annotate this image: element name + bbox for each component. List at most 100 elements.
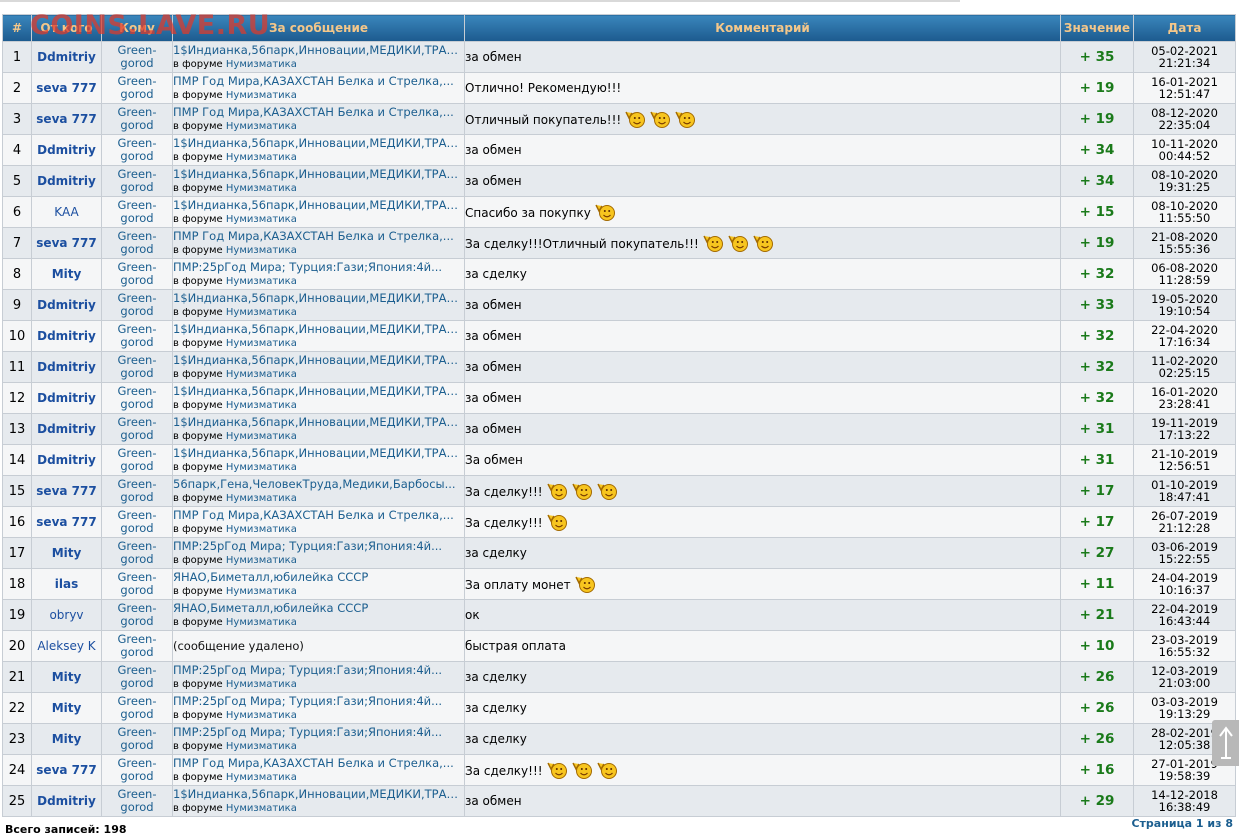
col-header-value[interactable]: Значение bbox=[1060, 14, 1134, 42]
forum-link[interactable]: Нумизматика bbox=[226, 586, 297, 597]
col-header-comment[interactable]: Комментарий bbox=[464, 14, 1061, 42]
message-title-link[interactable]: 1$Индианка,56парк,Инновации,МЕДИКИ,ТРАНС… bbox=[174, 323, 464, 336]
from-user-link[interactable]: seva 777 bbox=[36, 81, 96, 95]
from-user-link[interactable]: seva 777 bbox=[36, 484, 96, 498]
forum-link[interactable]: Нумизматика bbox=[226, 59, 297, 70]
from-user-link[interactable]: Ddmitriy bbox=[37, 50, 96, 64]
forum-link[interactable]: Нумизматика bbox=[226, 772, 297, 783]
col-header-date[interactable]: Дата bbox=[1133, 14, 1236, 42]
from-user-link[interactable]: Ddmitriy bbox=[37, 391, 96, 405]
from-user-link[interactable]: Ddmitriy bbox=[37, 298, 96, 312]
to-user-link[interactable]: Green-gorod bbox=[101, 413, 173, 445]
scroll-to-top-button[interactable] bbox=[1212, 720, 1239, 766]
forum-link[interactable]: Нумизматика bbox=[226, 462, 297, 473]
forum-link[interactable]: Нумизматика bbox=[226, 400, 297, 411]
forum-link[interactable]: Нумизматика bbox=[226, 121, 297, 132]
from-user-link[interactable]: Ddmitriy bbox=[37, 360, 96, 374]
forum-link[interactable]: Нумизматика bbox=[226, 710, 297, 721]
forum-link[interactable]: Нумизматика bbox=[226, 183, 297, 194]
to-user-link[interactable]: Green-gorod bbox=[101, 692, 173, 724]
forum-link[interactable]: Нумизматика bbox=[226, 555, 297, 566]
to-user-link[interactable]: Green-gorod bbox=[101, 351, 173, 383]
forum-link[interactable]: Нумизматика bbox=[226, 307, 297, 318]
from-user-link[interactable]: Ddmitriy bbox=[37, 453, 96, 467]
to-user-link[interactable]: Green-gorod bbox=[101, 134, 173, 166]
from-user-link[interactable]: seva 777 bbox=[36, 236, 96, 250]
to-user-link[interactable]: Green-gorod bbox=[101, 444, 173, 476]
from-user-link[interactable]: Mity bbox=[52, 732, 82, 746]
to-user-link[interactable]: Green-gorod bbox=[101, 289, 173, 321]
forum-link[interactable]: Нумизматика bbox=[226, 617, 297, 628]
to-user-link[interactable]: Green-gorod bbox=[101, 258, 173, 290]
message-title-link[interactable]: 1$Индианка,56парк,Инновации,МЕДИКИ,ТРАНС… bbox=[174, 416, 464, 429]
message-title-link[interactable]: ЯНАО,Биметалл,юбилейка СССР bbox=[174, 602, 464, 615]
from-user-link[interactable]: seva 777 bbox=[36, 112, 96, 126]
message-title-link[interactable]: ПМР Год Мира,КАЗАХСТАН Белка и Стрелка,.… bbox=[174, 757, 464, 770]
message-title-link[interactable]: 1$Индианка,56парк,Инновации,МЕДИКИ,ТРАНС… bbox=[174, 788, 464, 801]
col-header-to[interactable]: Кому bbox=[101, 14, 173, 42]
to-user-link[interactable]: Green-gorod bbox=[101, 103, 173, 135]
to-user-link[interactable]: Green-gorod bbox=[101, 165, 173, 197]
forum-link[interactable]: Нумизматика bbox=[226, 369, 297, 380]
message-title-link[interactable]: 1$Индианка,56парк,Инновации,МЕДИКИ,ТРАНС… bbox=[174, 354, 464, 367]
to-user-link[interactable]: Green-gorod bbox=[101, 785, 173, 817]
forum-link[interactable]: Нумизматика bbox=[226, 214, 297, 225]
message-title-link[interactable]: 1$Индианка,56парк,Инновации,МЕДИКИ,ТРАНС… bbox=[174, 292, 464, 305]
col-header-number[interactable]: # bbox=[2, 14, 32, 42]
from-user-link[interactable]: Ddmitriy bbox=[37, 174, 96, 188]
to-user-link[interactable]: Green-gorod bbox=[101, 506, 173, 538]
message-title-link[interactable]: ПМР:25рГод Мира; Турция:Гази;Япония:4й..… bbox=[174, 726, 464, 739]
message-title-link[interactable]: ПМР:25рГод Мира; Турция:Гази;Япония:4й..… bbox=[174, 261, 464, 274]
message-title-link[interactable]: 1$Индианка,56парк,Инновации,МЕДИКИ,ТРАНС… bbox=[174, 385, 464, 398]
from-user-link[interactable]: Ddmitriy bbox=[37, 143, 96, 157]
message-title-link[interactable]: ПМР:25рГод Мира; Турция:Гази;Япония:4й..… bbox=[174, 540, 464, 553]
message-title-link[interactable]: ЯНАО,Биметалл,юбилейка СССР bbox=[174, 571, 464, 584]
to-user-link[interactable]: Green-gorod bbox=[101, 41, 173, 73]
to-user-link[interactable]: Green-gorod bbox=[101, 537, 173, 569]
from-user-link[interactable]: Ddmitriy bbox=[37, 794, 96, 808]
to-user-link[interactable]: Green-gorod bbox=[101, 599, 173, 631]
from-user-link[interactable]: seva 777 bbox=[36, 763, 96, 777]
to-user-link[interactable]: Green-gorod bbox=[101, 196, 173, 228]
to-user-link[interactable]: Green-gorod bbox=[101, 630, 173, 662]
message-title-link[interactable]: ПМР:25рГод Мира; Турция:Гази;Япония:4й..… bbox=[174, 664, 464, 677]
to-user-link[interactable]: Green-gorod bbox=[101, 568, 173, 600]
forum-link[interactable]: Нумизматика bbox=[226, 524, 297, 535]
message-title-link[interactable]: ПМР:25рГод Мира; Турция:Гази;Япония:4й..… bbox=[174, 695, 464, 708]
forum-link[interactable]: Нумизматика bbox=[226, 338, 297, 349]
from-user-link[interactable]: KAA bbox=[54, 205, 78, 219]
message-title-link[interactable]: 56парк,Гена,ЧеловекТруда,Медики,Барбосы.… bbox=[174, 478, 464, 491]
forum-link[interactable]: Нумизматика bbox=[226, 276, 297, 287]
message-title-link[interactable]: ПМР Год Мира,КАЗАХСТАН Белка и Стрелка,.… bbox=[174, 230, 464, 243]
message-title-link[interactable]: 1$Индианка,56парк,Инновации,МЕДИКИ,ТРАНС… bbox=[174, 447, 464, 460]
from-user-link[interactable]: Mity bbox=[52, 546, 82, 560]
forum-link[interactable]: Нумизматика bbox=[226, 679, 297, 690]
forum-link[interactable]: Нумизматика bbox=[226, 803, 297, 814]
from-user-link[interactable]: Aleksey K bbox=[37, 639, 95, 653]
to-user-link[interactable]: Green-gorod bbox=[101, 72, 173, 104]
message-title-link[interactable]: 1$Индианка,56парк,Инновации,МЕДИКИ,ТРАНС… bbox=[174, 137, 464, 150]
to-user-link[interactable]: Green-gorod bbox=[101, 723, 173, 755]
from-user-link[interactable]: Mity bbox=[52, 670, 82, 684]
message-title-link[interactable]: ПМР Год Мира,КАЗАХСТАН Белка и Стрелка,.… bbox=[174, 106, 464, 119]
forum-link[interactable]: Нумизматика bbox=[226, 431, 297, 442]
to-user-link[interactable]: Green-gorod bbox=[101, 754, 173, 786]
forum-link[interactable]: Нумизматика bbox=[226, 741, 297, 752]
message-title-link[interactable]: 1$Индианка,56парк,Инновации,МЕДИКИ,ТРАНС… bbox=[174, 44, 464, 57]
to-user-link[interactable]: Green-gorod bbox=[101, 661, 173, 693]
forum-link[interactable]: Нумизматика bbox=[226, 152, 297, 163]
message-title-link[interactable]: 1$Индианка,56парк,Инновации,МЕДИКИ,ТРАНС… bbox=[174, 168, 464, 181]
to-user-link[interactable]: Green-gorod bbox=[101, 475, 173, 507]
from-user-link[interactable]: Ddmitriy bbox=[37, 422, 96, 436]
from-user-link[interactable]: ilas bbox=[55, 577, 78, 591]
to-user-link[interactable]: Green-gorod bbox=[101, 320, 173, 352]
from-user-link[interactable]: Mity bbox=[52, 701, 82, 715]
forum-link[interactable]: Нумизматика bbox=[226, 90, 297, 101]
from-user-link[interactable]: seva 777 bbox=[36, 515, 96, 529]
forum-link[interactable]: Нумизматика bbox=[226, 493, 297, 504]
from-user-link[interactable]: obryv bbox=[49, 608, 83, 622]
to-user-link[interactable]: Green-gorod bbox=[101, 382, 173, 414]
message-title-link[interactable]: 1$Индианка,56парк,Инновации,МЕДИКИ,ТРАНС… bbox=[174, 199, 464, 212]
message-title-link[interactable]: ПМР Год Мира,КАЗАХСТАН Белка и Стрелка,.… bbox=[174, 509, 464, 522]
from-user-link[interactable]: Mity bbox=[52, 267, 82, 281]
